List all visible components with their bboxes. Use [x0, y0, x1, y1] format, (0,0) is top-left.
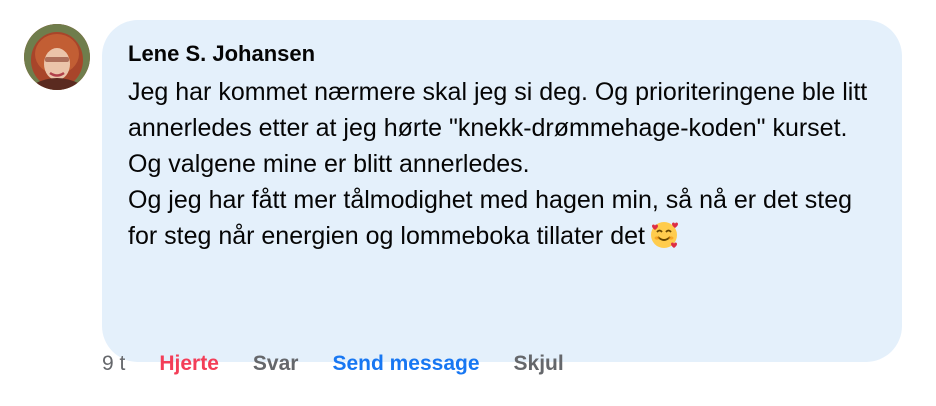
comment-paragraph-1: Jeg har kommet nærmere skal jeg si deg. … [128, 78, 868, 178]
profile-photo-icon [24, 24, 90, 90]
heart-reaction-button[interactable]: Hjerte [159, 350, 219, 378]
avatar[interactable] [24, 24, 90, 90]
comment-author[interactable]: Lene S. Johansen [128, 40, 876, 68]
comment-paragraph-2-text: Og jeg har fått mer tålmodighet med hage… [128, 186, 853, 250]
smiling-face-with-hearts-icon [649, 220, 679, 260]
hide-button[interactable]: Skjul [514, 350, 564, 378]
reply-button[interactable]: Svar [253, 350, 299, 378]
comment-bubble: Lene S. Johansen Jeg har kommet nærmere … [102, 20, 902, 362]
comment-paragraph-2: Og jeg har fått mer tålmodighet med hage… [128, 182, 876, 260]
comment-actions: 9 t Hjerte Svar Send message Skjul [102, 350, 598, 378]
comment: Lene S. Johansen Jeg har kommet nærmere … [24, 20, 904, 400]
send-message-button[interactable]: Send message [332, 350, 479, 378]
comment-text: Jeg har kommet nærmere skal jeg si deg. … [128, 74, 876, 260]
comment-timestamp[interactable]: 9 t [102, 350, 125, 378]
